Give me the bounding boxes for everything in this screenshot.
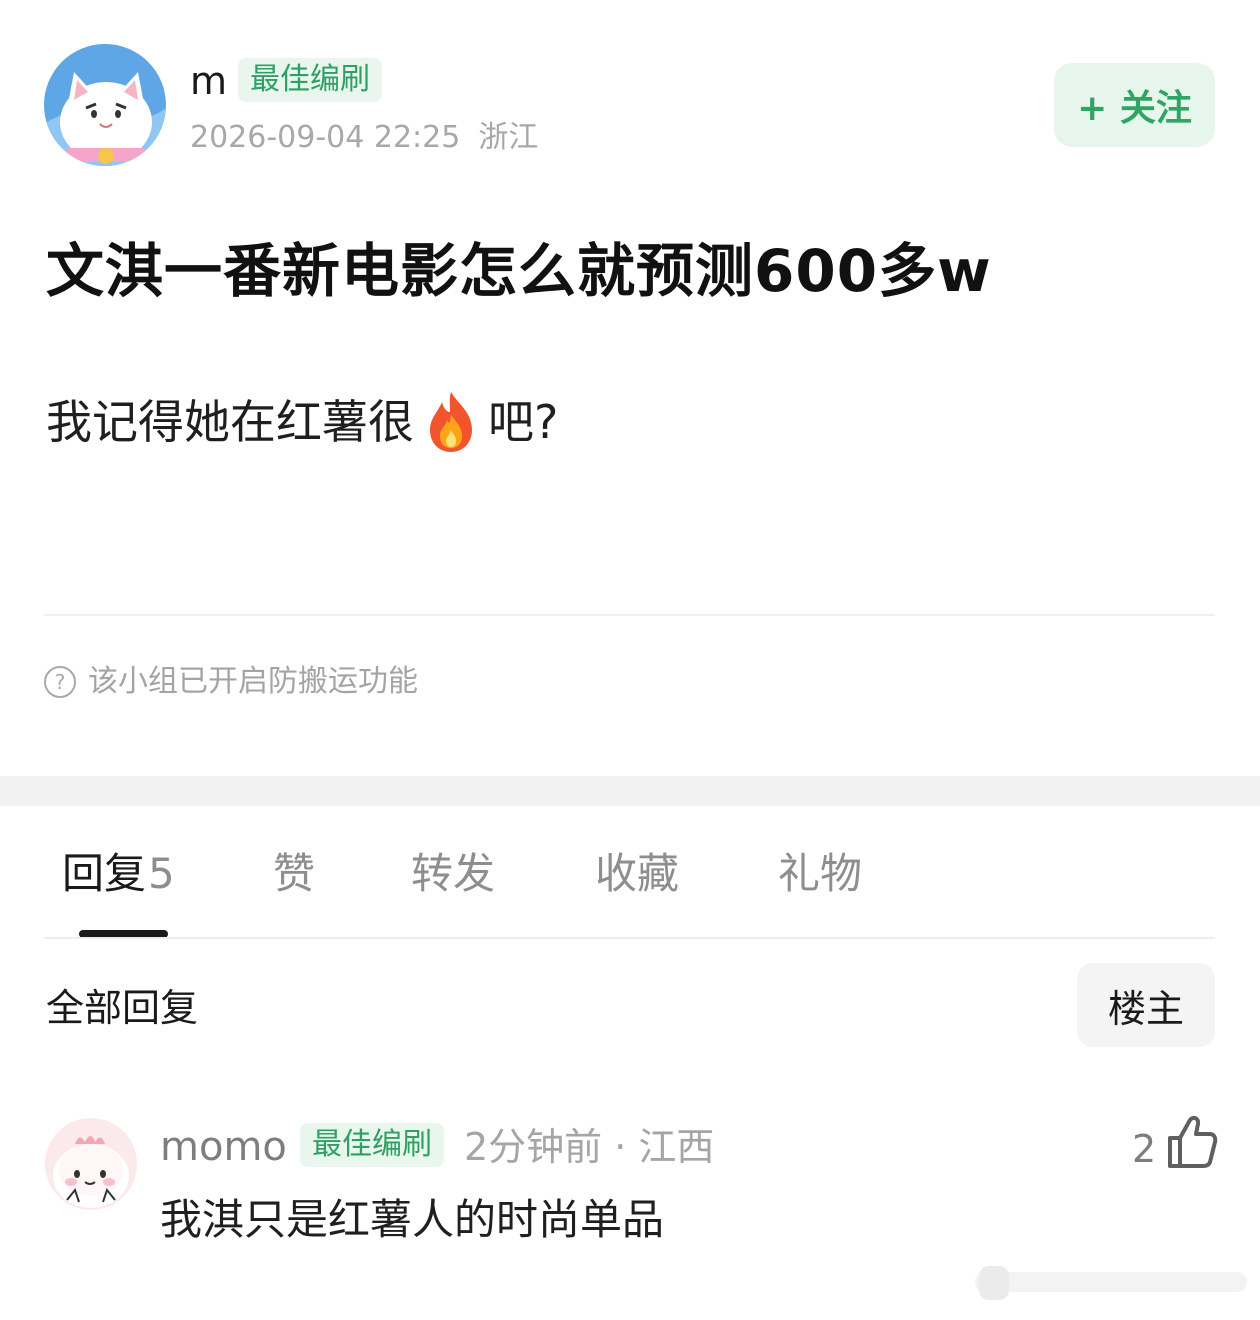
bottom-indicator [975,1262,1247,1304]
follow-button[interactable]: + 关注 [1054,63,1215,147]
tab-reposts[interactable]: 转发 [411,846,495,902]
post-location: 浙江 [478,120,539,155]
follow-button-label: + 关注 [1077,88,1192,129]
author-name[interactable]: m [190,58,227,104]
tab-favorites[interactable]: 收藏 [595,846,679,902]
post-meta: 2026-09-04 22:25 浙江 [190,118,538,158]
notice-text: 该小组已开启防搬运功能 [88,664,418,699]
tab-likes[interactable]: 赞 [273,846,315,902]
section-separator [0,776,1260,806]
commenter-badge: 最佳编刷 [300,1123,444,1167]
post-body-text-after: 吧? [488,395,559,449]
tabs-divider [44,937,1215,939]
thumbs-up-icon[interactable] [1166,1114,1218,1170]
post-timestamp: 2026-09-04 22:25 [190,120,461,155]
author-badge: 最佳编刷 [238,58,382,102]
op-only-filter-button[interactable]: 楼主 [1077,963,1215,1047]
comment-meta: 2分钟前 · 江西 [464,1125,715,1169]
commenter-avatar[interactable] [45,1118,137,1210]
op-filter-label: 楼主 [1107,986,1184,1031]
post-title: 文淇一番新电影怎么就预测600多w [46,237,992,305]
post-body: 我记得她在红薯很 吧? [46,390,558,454]
all-replies-heading: 全部回复 [46,986,199,1030]
comment-like-count: 2 [1132,1127,1157,1171]
tab-gifts[interactable]: 礼物 [778,846,862,902]
tab-replies-label: 回复 [62,849,147,898]
author-avatar[interactable] [44,44,166,166]
divider [44,614,1215,616]
commenter-name[interactable]: momo [160,1122,287,1172]
tab-replies-count: 5 [148,849,175,898]
fire-emoji-icon [422,390,480,454]
anti-repost-notice: ? 该小组已开启防搬运功能 [44,662,418,702]
comment-text: 我淇只是红薯人的时尚单品 [160,1195,665,1244]
question-circle-icon[interactable]: ? [44,666,76,698]
post-body-text-before: 我记得她在红薯很 [46,395,414,449]
tab-replies[interactable]: 回复5 [62,846,175,902]
